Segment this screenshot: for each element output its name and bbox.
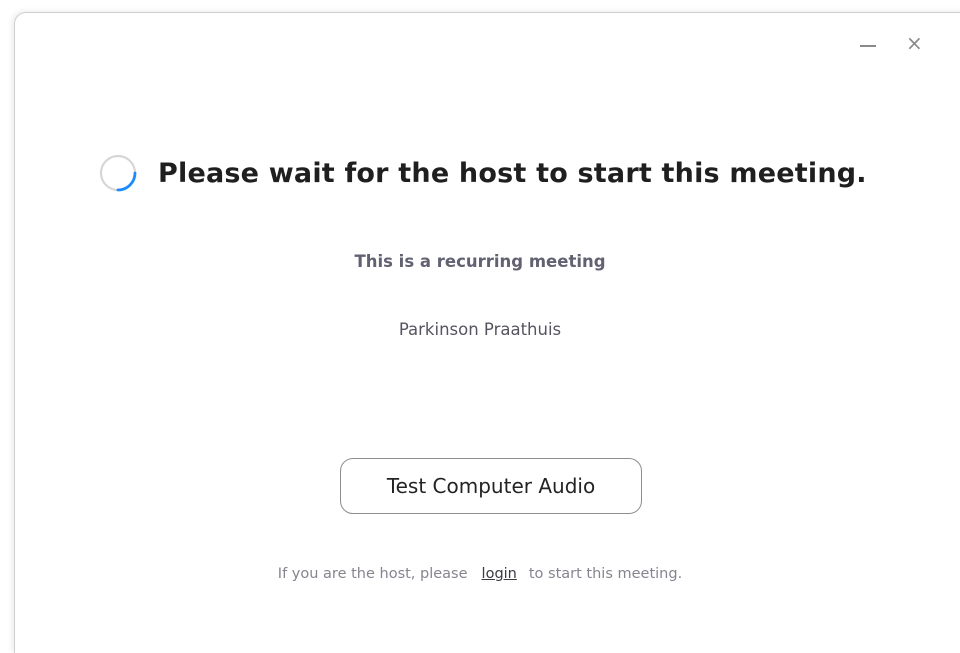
loading-spinner-icon [98,153,138,193]
meeting-name: Parkinson Praathuis [398,320,562,339]
minimize-icon[interactable] [860,45,876,47]
page-title: Please wait for the host to start this m… [158,157,867,189]
host-hint-suffix: to start this meeting. [528,566,683,582]
test-computer-audio-button[interactable]: Test Computer Audio [340,458,642,514]
login-link[interactable]: login [482,566,517,582]
host-hint-prefix: If you are the host, please [277,566,468,582]
status-header: Please wait for the host to start this m… [98,146,867,200]
host-login-hint: If you are the host, please login to start… [0,566,960,582]
recurring-meeting-label: This is a recurring meeting [354,252,606,271]
close-icon[interactable]: × [906,33,923,53]
